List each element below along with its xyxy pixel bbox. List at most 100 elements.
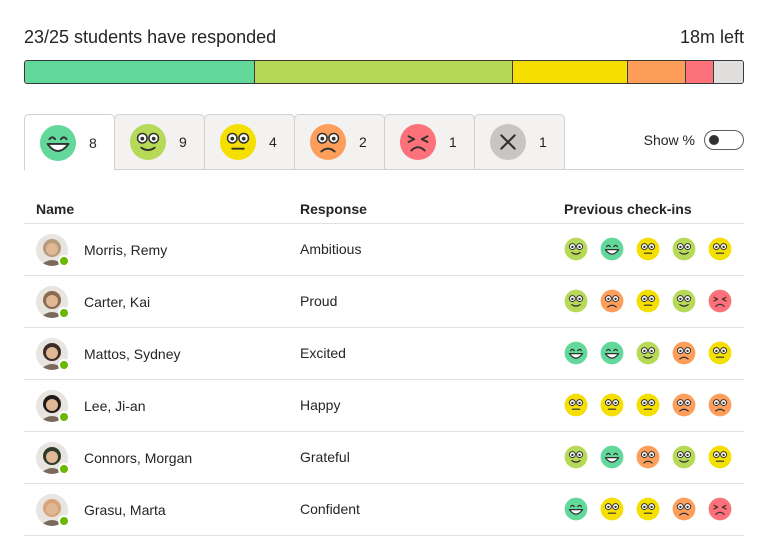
presence-available-icon	[58, 255, 70, 267]
great-emoji-icon	[564, 341, 588, 365]
great-emoji-icon	[39, 124, 77, 162]
good-emoji-icon	[564, 237, 588, 261]
column-header-previous[interactable]: Previous check-ins	[564, 201, 692, 217]
tab-divider	[24, 169, 744, 170]
table-body: Morris, Remy Ambitious Carter, Kai Proud M…	[24, 224, 744, 536]
good-emoji-icon	[672, 445, 696, 469]
progress-segment-great	[25, 61, 255, 83]
progress-segment-okay	[513, 61, 629, 83]
progress-segment-sad	[628, 61, 686, 83]
no-response-emoji-icon	[489, 123, 527, 161]
good-emoji-icon	[672, 289, 696, 313]
okay-emoji-icon	[708, 445, 732, 469]
presence-available-icon	[58, 463, 70, 475]
tab-great[interactable]: 8	[24, 114, 115, 171]
good-emoji-icon	[636, 341, 660, 365]
response-progress-bar	[24, 60, 744, 84]
student-response: Ambitious	[300, 241, 362, 257]
student-response: Excited	[300, 345, 346, 361]
previous-check-ins	[564, 237, 744, 261]
responses-table: Name Response Previous check-ins Morris,…	[24, 195, 744, 536]
okay-emoji-icon	[636, 497, 660, 521]
good-emoji-icon	[564, 289, 588, 313]
previous-check-ins	[564, 445, 744, 469]
tab-count: 8	[89, 134, 97, 151]
previous-check-ins	[564, 341, 744, 365]
show-percent-toggle[interactable]	[704, 130, 744, 150]
student-name: Mattos, Sydney	[84, 346, 181, 362]
sad-emoji-icon	[309, 123, 347, 161]
student-response: Grateful	[300, 449, 350, 465]
sad-emoji-icon	[672, 497, 696, 521]
great-emoji-icon	[600, 445, 624, 469]
okay-emoji-icon	[600, 497, 624, 521]
sad-emoji-icon	[708, 393, 732, 417]
tab-count: 1	[449, 134, 457, 150]
student-response: Happy	[300, 397, 341, 413]
presence-available-icon	[58, 307, 70, 319]
responded-count: 23/25 students have responded	[24, 27, 277, 47]
student-name: Connors, Morgan	[84, 450, 193, 466]
good-emoji-icon	[129, 123, 167, 161]
upset-emoji-icon	[399, 123, 437, 161]
okay-emoji-icon	[636, 237, 660, 261]
presence-available-icon	[58, 515, 70, 527]
show-percent: Show %	[644, 130, 744, 150]
okay-emoji-icon	[708, 237, 732, 261]
time-left: 18m left	[679, 27, 744, 47]
okay-emoji-icon	[708, 341, 732, 365]
okay-emoji-icon	[219, 123, 257, 161]
student-response: Confident	[300, 501, 360, 517]
tab-count: 9	[179, 134, 187, 150]
table-row[interactable]: Carter, Kai Proud	[24, 276, 744, 328]
great-emoji-icon	[600, 237, 624, 261]
student-name: Grasu, Marta	[84, 502, 166, 518]
presence-available-icon	[58, 411, 70, 423]
tab-okay[interactable]: 4	[204, 114, 295, 170]
column-header-response[interactable]: Response	[300, 201, 367, 217]
sad-emoji-icon	[672, 341, 696, 365]
response-header: 23/25 students have responded 18m left	[24, 27, 744, 49]
emotion-tabs: 8 9 4 2 1 1	[24, 114, 565, 171]
table-row[interactable]: Morris, Remy Ambitious	[24, 224, 744, 276]
okay-emoji-icon	[636, 393, 660, 417]
tab-sad[interactable]: 2	[294, 114, 385, 170]
student-name: Carter, Kai	[84, 294, 151, 310]
presence-available-icon	[58, 359, 70, 371]
tab-no-response[interactable]: 1	[474, 114, 565, 170]
great-emoji-icon	[600, 341, 624, 365]
good-emoji-icon	[564, 445, 588, 469]
previous-check-ins	[564, 289, 744, 313]
upset-emoji-icon	[708, 497, 732, 521]
toggle-knob	[709, 135, 719, 145]
sad-emoji-icon	[672, 393, 696, 417]
good-emoji-icon	[672, 237, 696, 261]
table-row[interactable]: Mattos, Sydney Excited	[24, 328, 744, 380]
tab-count: 2	[359, 134, 367, 150]
student-name: Lee, Ji-an	[84, 398, 146, 414]
show-percent-label: Show %	[643, 132, 695, 148]
student-name: Morris, Remy	[84, 242, 168, 258]
progress-segment-good	[254, 61, 514, 83]
table-row[interactable]: Lee, Ji-an Happy	[24, 380, 744, 432]
progress-segment-upset	[685, 61, 715, 83]
table-row[interactable]: Grasu, Marta Confident	[24, 484, 744, 536]
tab-upset[interactable]: 1	[384, 114, 475, 170]
okay-emoji-icon	[636, 289, 660, 313]
tab-count: 4	[269, 134, 277, 150]
sad-emoji-icon	[600, 289, 624, 313]
okay-emoji-icon	[600, 393, 624, 417]
table-row[interactable]: Connors, Morgan Grateful	[24, 432, 744, 484]
sad-emoji-icon	[636, 445, 660, 469]
previous-check-ins	[564, 393, 744, 417]
tab-count: 1	[539, 134, 547, 150]
okay-emoji-icon	[564, 393, 588, 417]
table-header: Name Response Previous check-ins	[24, 195, 744, 224]
great-emoji-icon	[564, 497, 588, 521]
student-response: Proud	[300, 293, 338, 309]
previous-check-ins	[564, 497, 744, 521]
progress-segment-no-response	[714, 61, 743, 83]
column-header-name[interactable]: Name	[36, 201, 74, 217]
upset-emoji-icon	[708, 289, 732, 313]
tab-good[interactable]: 9	[114, 114, 205, 170]
